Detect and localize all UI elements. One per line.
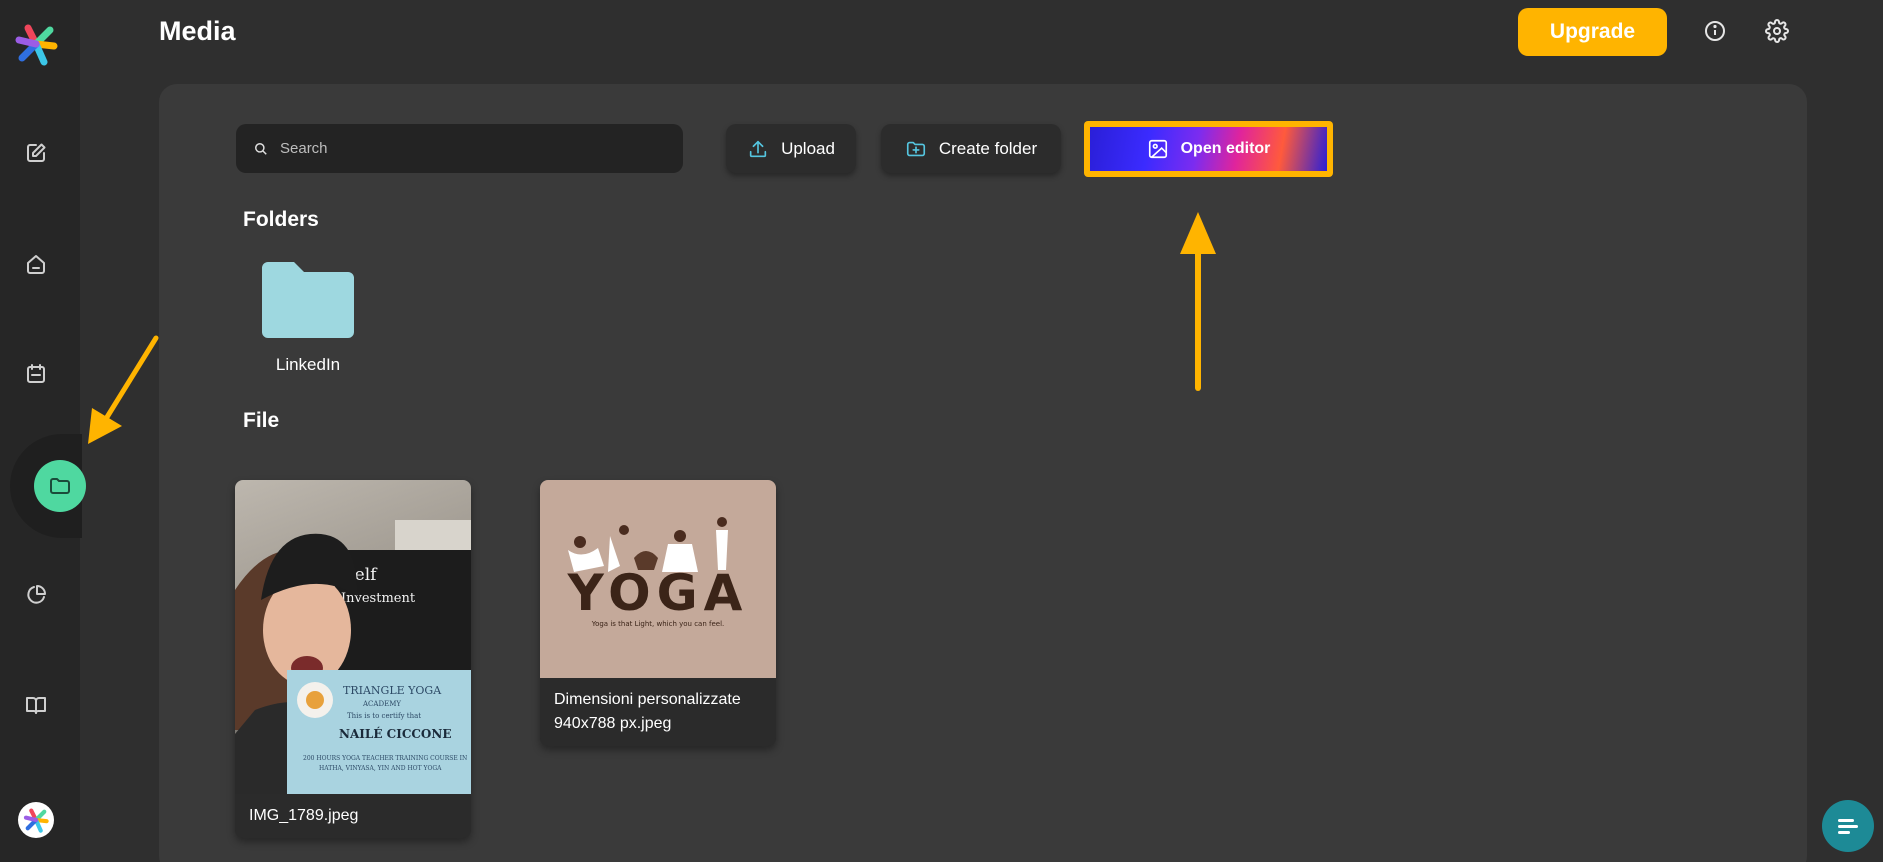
thumb-text-name: NAILÉ CICCONE [339,726,452,741]
thumb-text-triangle-yoga: TRIANGLE YOGA [343,684,442,697]
user-avatar[interactable] [18,802,54,838]
photo-thumbnail: Self Investment TRIANGLE YOGA ACADEMY Th… [235,520,471,794]
info-icon [1705,21,1725,41]
open-editor-button[interactable]: Open editor [1090,127,1327,171]
pie-chart-icon [27,585,46,604]
search-box[interactable] [236,124,683,173]
thumb-text-certify: This is to certify that [347,712,421,720]
sidebar-item-analytics[interactable] [22,581,50,609]
file-name-line-2: 940x788 px.jpeg [554,715,672,732]
chat-icon [1838,816,1858,837]
image-edit-icon [1148,139,1167,159]
avatar-logo-icon [23,808,49,833]
thumb-text-styles: HATHA, VINYASA, YIN AND HOT YOGA [319,765,442,772]
thumb-text-academy: ACADEMY [362,700,401,708]
thumb-caption: Yoga is that Light, which you can feel. [591,620,725,628]
create-folder-label: Create folder [938,138,1038,158]
yoga-thumbnail: YOGA Yoga is that Light, which you can f… [567,517,749,628]
upload-icon [749,140,767,157]
upload-label: Upload [781,138,835,158]
open-editor-highlight: Open editor [1084,121,1333,177]
sidebar-item-home[interactable] [22,250,50,278]
upgrade-button[interactable]: Upgrade [1518,8,1667,56]
book-icon [26,697,46,714]
sidebar [0,0,86,862]
file-thumbnail: YOGA Yoga is that Light, which you can f… [540,480,776,678]
file-name-line-1: Dimensioni personalizzate [554,691,741,708]
annotation-arrow-sidebar [88,335,159,444]
thumb-title: YOGA [567,564,749,622]
sidebar-item-calendar[interactable] [22,360,50,388]
chat-widget-button[interactable] [1822,800,1874,852]
search-icon [255,142,267,155]
app-logo[interactable] [14,22,58,66]
folder-icon [50,478,70,494]
files-heading: File [243,409,280,432]
settings-button[interactable] [1764,18,1790,44]
gear-icon [1765,19,1789,43]
open-editor-label: Open editor [1180,140,1271,157]
sidebar-item-library[interactable] [22,691,50,719]
folder-label: LinkedIn [275,355,341,374]
info-button[interactable] [1702,18,1728,44]
calendar-icon [27,364,45,383]
thumb-text-course: 200 HOURS YOGA TEACHER TRAINING COURSE I… [303,755,467,762]
folder-item-linkedin[interactable] [262,260,354,338]
home-icon [27,255,45,274]
upload-button[interactable]: Upload [726,124,856,173]
sidebar-item-compose[interactable] [22,139,50,167]
sidebar-item-media[interactable] [34,460,86,512]
folders-heading: Folders [243,208,319,231]
file-thumbnail: Self Investment TRIANGLE YOGA ACADEMY Th… [235,480,471,794]
file-card-dimensioni[interactable]: YOGA Yoga is that Light, which you can f… [540,480,776,746]
create-folder-button[interactable]: Create folder [881,124,1061,173]
file-name: IMG_1789.jpeg [249,807,359,824]
file-name: Dimensioni personalizzate 940x788 px.jpe… [540,678,776,746]
folder-plus-icon [906,141,925,156]
thumb-text-investment: Investment [341,591,416,606]
page-title: Media [159,16,236,46]
edit-icon [27,143,46,162]
file-card-img-1789[interactable]: Self Investment TRIANGLE YOGA ACADEMY Th… [235,480,471,838]
search-input[interactable] [280,140,660,157]
